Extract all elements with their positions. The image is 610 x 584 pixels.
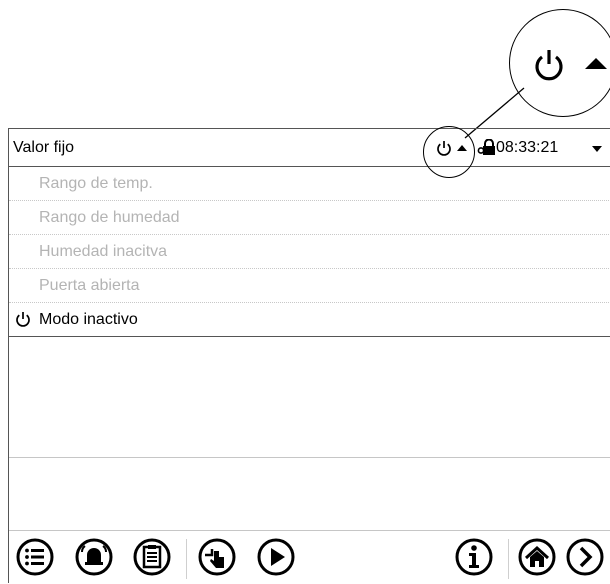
list-item-label: Modo inactivo [39, 311, 138, 328]
arrow-up-icon[interactable] [457, 145, 467, 151]
list-item[interactable]: Puerta abierta [9, 269, 610, 303]
toolbar-separator [186, 539, 187, 579]
divider [9, 457, 610, 458]
event-list-button[interactable] [132, 537, 172, 577]
list-item-label: Humedad inacitva [39, 243, 168, 260]
manual-mode-button[interactable] [197, 537, 237, 577]
device-screen: Valor fijo 08:33:21 Rango de temp. Rango… [8, 126, 610, 584]
power-icon[interactable] [436, 140, 452, 157]
list-item[interactable]: Rango de temp. [9, 167, 610, 201]
list-item-label: Rango de humedad [39, 209, 180, 226]
list-item[interactable]: Modo inactivo [9, 303, 610, 337]
list-item-label: Puerta abierta [39, 277, 140, 294]
list-item-label: Rango de temp. [39, 175, 153, 192]
event-list: Rango de temp. Rango de humedad Humedad … [9, 167, 610, 337]
program-start-button[interactable] [256, 537, 296, 577]
power-icon [16, 312, 30, 327]
bottom-toolbar [9, 530, 610, 584]
next-button[interactable] [565, 537, 605, 577]
list-item[interactable]: Rango de humedad [9, 201, 610, 235]
home-button[interactable] [517, 537, 557, 577]
menu-button[interactable] [15, 537, 55, 577]
dropdown-arrow-icon[interactable] [592, 146, 602, 152]
page-title: Valor fijo [13, 139, 75, 156]
list-item[interactable]: Humedad inacitva [9, 235, 610, 269]
info-button[interactable] [454, 537, 494, 577]
header-bar: Valor fijo 08:33:21 [9, 126, 610, 178]
lock-icon[interactable] [477, 139, 495, 156]
alarm-button[interactable] [74, 537, 114, 577]
toolbar-separator [508, 539, 509, 579]
clock-time: 08:33:21 [496, 139, 559, 156]
